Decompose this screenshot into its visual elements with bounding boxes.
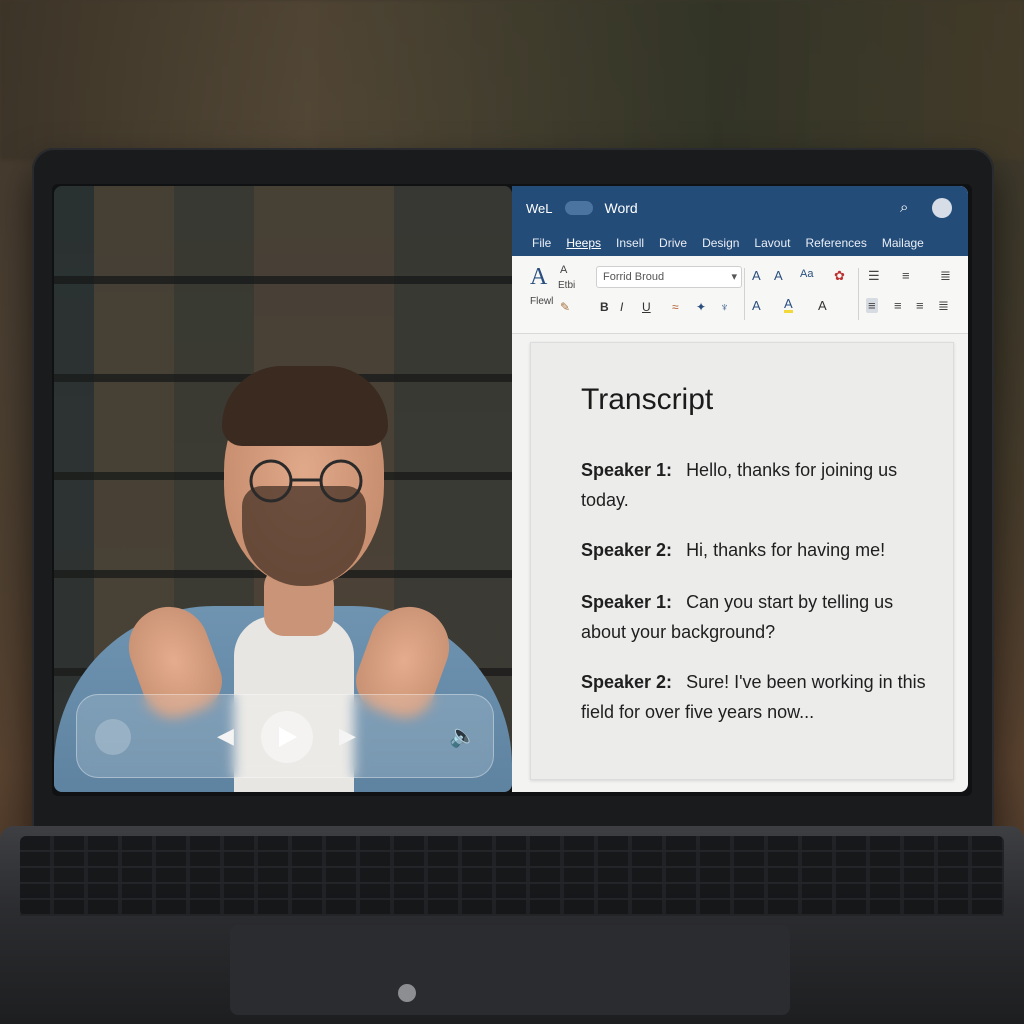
italic-icon[interactable]: I <box>620 300 623 314</box>
person-hair <box>222 366 388 446</box>
text-color-icon[interactable]: A <box>752 298 761 313</box>
menu-drive[interactable]: Drive <box>659 236 687 250</box>
transcript-entry: Speaker 1: Can you start by telling us ab… <box>581 587 926 647</box>
strikethrough-icon[interactable]: ≈ <box>672 300 679 314</box>
transcript-entry: Speaker 2: Sure! I've been working in thi… <box>581 667 926 727</box>
transcript-entry: Speaker 2: Hi, thanks for having me! <box>581 535 926 565</box>
align-left-icon[interactable]: ≡ <box>866 298 878 313</box>
format-painter-icon[interactable]: ✎ <box>560 300 570 314</box>
autosave-toggle[interactable] <box>564 201 593 215</box>
progress-indicator[interactable] <box>95 719 131 755</box>
style-label[interactable]: Etbi <box>558 280 575 291</box>
play-icon <box>279 727 297 747</box>
avatar[interactable] <box>932 198 952 218</box>
transcript-entry: Speaker 1: Hello, thanks for joining us t… <box>581 455 926 515</box>
prev-icon[interactable]: ◀ <box>217 723 234 749</box>
menu-design[interactable]: Design <box>702 236 739 250</box>
grow-font-icon[interactable]: A <box>774 268 783 283</box>
menu-file[interactable]: File <box>532 236 551 250</box>
background-blur <box>0 0 1024 160</box>
align-center-icon[interactable]: ≡ <box>894 298 902 313</box>
font-size-icon[interactable]: A <box>560 264 567 276</box>
word-window: WeL Word ⌕ File Heeps Insell Drive Desig… <box>512 186 968 792</box>
text-effects-icon[interactable]: A <box>752 268 761 283</box>
new-style-label[interactable]: Flewl <box>530 296 553 307</box>
glasses-icon <box>249 459 363 503</box>
clear-format-icon[interactable]: ♆ <box>720 300 729 314</box>
video-pane[interactable]: ◀ ▶ 🔈 <box>54 186 512 792</box>
numbering-icon[interactable]: ≡ <box>902 268 910 283</box>
player-controls: ◀ ▶ 🔈 <box>76 694 494 778</box>
menu-references[interactable]: References <box>805 236 866 250</box>
styles-icon[interactable]: A <box>530 264 547 291</box>
menu-mailings[interactable]: Mailage <box>882 236 924 250</box>
justify-icon[interactable]: ≣ <box>938 298 949 314</box>
document-page[interactable]: Transcript Speaker 1: Hello, thanks for j… <box>530 342 954 780</box>
trackpad <box>230 925 790 1015</box>
menu-insert[interactable]: Insell <box>616 236 644 250</box>
app-label: WeL <box>526 200 553 216</box>
laptop-indicator <box>398 984 416 1002</box>
keyboard <box>20 836 1004 916</box>
speaker-label: Speaker 1: <box>581 460 673 480</box>
align-right-icon[interactable]: ≡ <box>916 298 924 313</box>
ribbon-divider <box>744 268 745 320</box>
speaker-label: Speaker 1: <box>581 592 673 612</box>
ribbon-divider <box>858 268 859 320</box>
search-icon[interactable]: ⌕ <box>900 199 908 216</box>
volume-icon[interactable]: 🔈 <box>449 723 476 749</box>
change-case-icon[interactable]: Aa <box>800 268 813 280</box>
highlight-icon[interactable]: A <box>784 297 793 313</box>
speaker-label: Speaker 2: <box>581 540 673 560</box>
font-select[interactable]: Forrid Broud <box>596 266 742 288</box>
bullets-icon[interactable]: ☰ <box>868 268 880 284</box>
bold-icon[interactable]: B <box>600 300 609 314</box>
menu-layout[interactable]: Lavout <box>754 236 790 250</box>
ribbon: A A Etbi Flewl ✎ Forrid Broud B I U ≈ ✦ … <box>512 256 968 334</box>
shapes-icon[interactable]: ✿ <box>834 268 845 284</box>
underline-icon[interactable]: U <box>642 300 651 314</box>
menu-home[interactable]: Heeps <box>566 236 601 250</box>
entry-text: Hi, thanks for having me! <box>686 540 886 560</box>
subscript-icon[interactable]: ✦ <box>696 300 706 314</box>
next-icon[interactable]: ▶ <box>339 723 356 749</box>
menu-bar: File Heeps Insell Drive Design Lavout Re… <box>512 230 968 256</box>
font-color-icon[interactable]: A <box>818 298 827 313</box>
play-button[interactable] <box>261 711 313 763</box>
speaker-label: Speaker 2: <box>581 672 673 692</box>
word-titlebar: WeL Word ⌕ <box>512 186 968 230</box>
document-title: Transcript <box>581 383 714 416</box>
window-title: Word <box>604 200 638 216</box>
multilevel-list-icon[interactable]: ≣ <box>940 268 951 284</box>
